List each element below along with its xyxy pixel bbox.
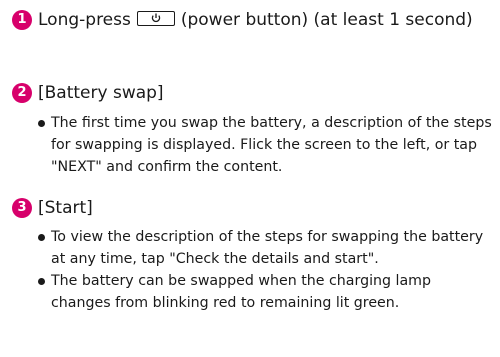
list-item: The battery can be swapped when the char… xyxy=(38,270,492,314)
step-number-badge: 3 xyxy=(12,198,32,218)
bullet-icon xyxy=(38,234,45,241)
step-2-bullets: The first time you swap the battery, a d… xyxy=(38,112,492,178)
step-3: 3 [Start] xyxy=(12,194,498,222)
step-number-badge: 1 xyxy=(12,10,32,30)
step-2-heading: [Battery swap] xyxy=(38,83,164,103)
step-1-text-after: (power button) (at least 1 second) xyxy=(180,10,473,30)
list-item: The first time you swap the battery, a d… xyxy=(38,112,492,178)
bullet-icon xyxy=(38,120,45,127)
list-item: To view the description of the steps for… xyxy=(38,226,492,270)
instruction-page: 1 Long-press (power button) (at least 1 s… xyxy=(0,0,500,357)
step-3-bullets: To view the description of the steps for… xyxy=(38,226,492,314)
step-3-heading: [Start] xyxy=(38,198,93,218)
power-key-icon xyxy=(136,11,175,26)
step-1-text-before: Long-press xyxy=(38,10,131,30)
step-2: 2 [Battery swap] xyxy=(12,79,498,107)
step-number-badge: 2 xyxy=(12,83,32,103)
step-1: 1 Long-press (power button) (at least 1 s… xyxy=(12,6,498,34)
step-1-heading: Long-press (power button) (at least 1 sec… xyxy=(38,6,498,34)
bullet-icon xyxy=(38,278,45,285)
